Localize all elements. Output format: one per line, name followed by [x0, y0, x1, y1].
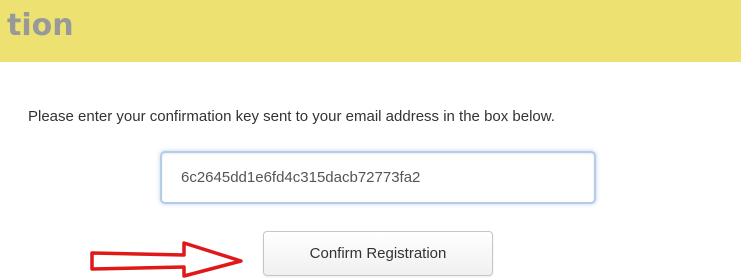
page-title: tion [7, 8, 74, 43]
instruction-text: Please enter your confirmation key sent … [28, 108, 555, 125]
header-band: tion [0, 0, 741, 62]
confirm-registration-button[interactable]: Confirm Registration [263, 231, 493, 276]
registration-confirmation-page: tion Please enter your confirmation key … [0, 0, 741, 278]
red-arrow-icon [90, 241, 243, 278]
confirmation-key-input[interactable] [160, 151, 596, 204]
